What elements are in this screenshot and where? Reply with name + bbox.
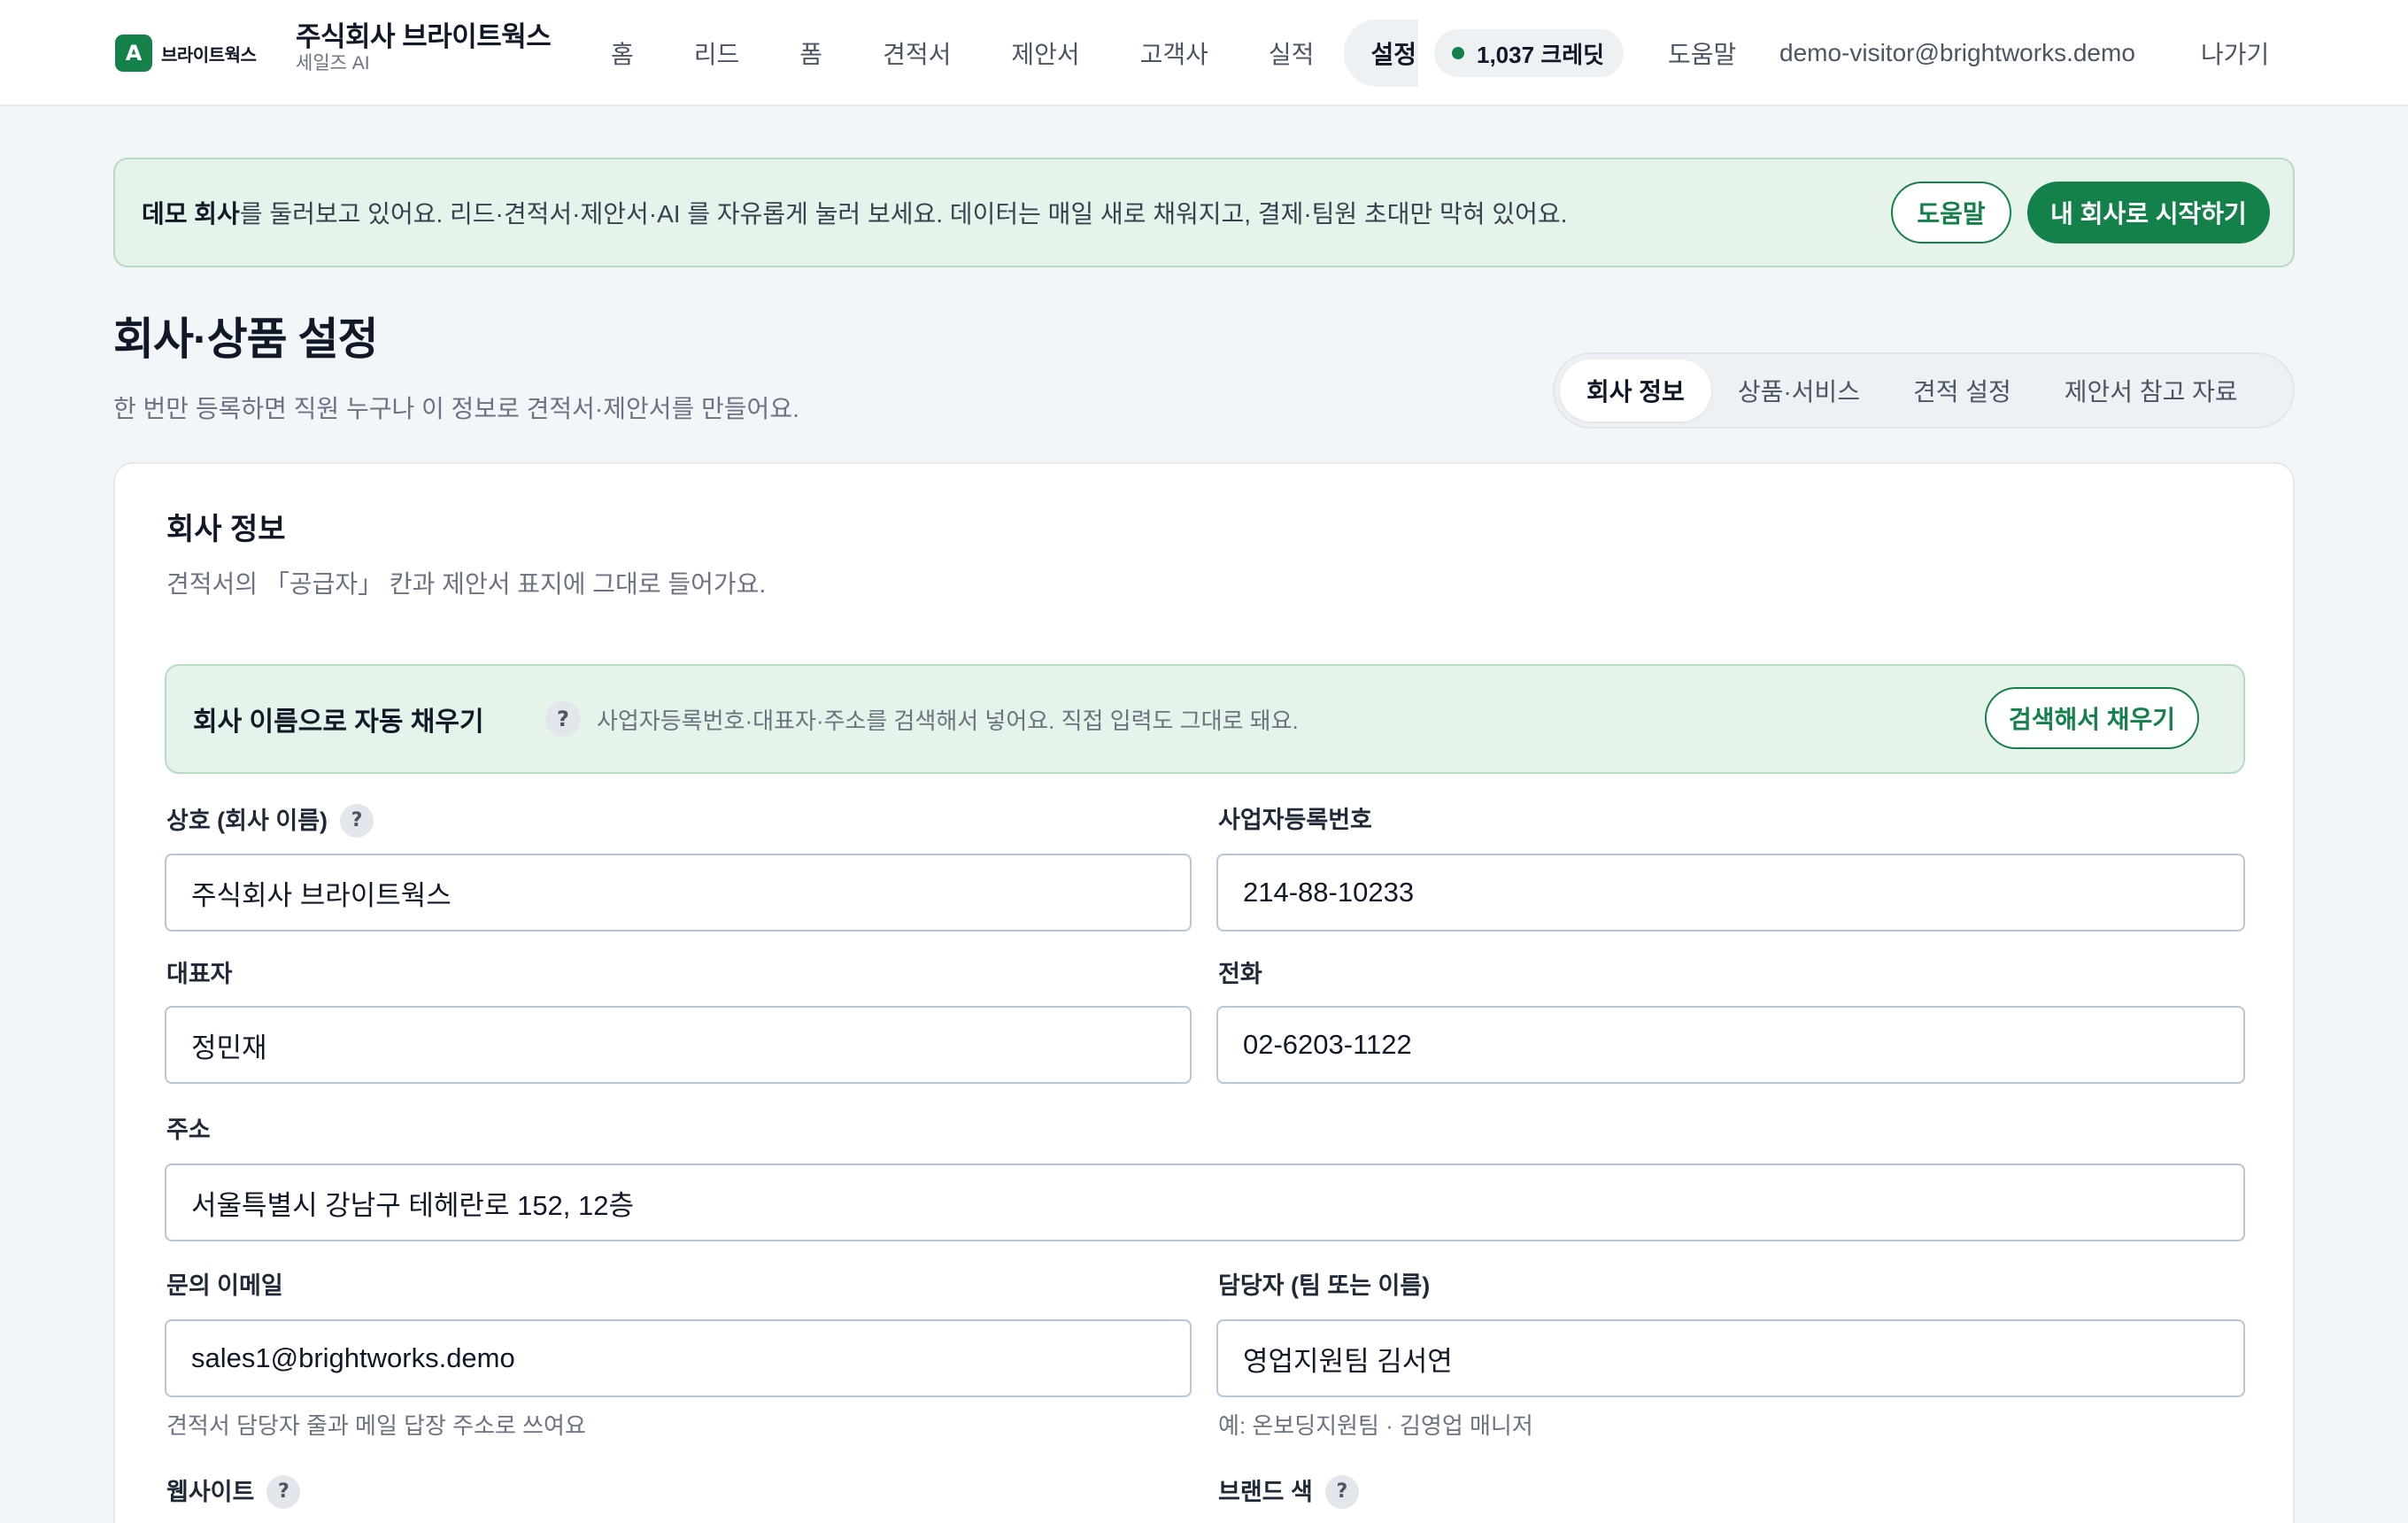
contact-label: 담당자 (팀 또는 이름) <box>1218 1272 1431 1299</box>
contact-hint: 예: 온보딩지원팀 · 김영업 매니저 <box>1218 1412 1533 1439</box>
tab-quote-settings[interactable]: 견적 설정 <box>1887 359 2038 421</box>
autofill-description: 사업자등록번호·대표자·주소를 검색해서 넣어요. 직접 입력도 그대로 돼요. <box>597 707 1299 734</box>
company-name-input[interactable] <box>165 854 1192 932</box>
email-label: 문의 이메일 <box>166 1272 283 1299</box>
demo-banner-message: 를 둘러보고 있어요. 리드·견적서·제안서·AI 를 자유롭게 눌러 보세요.… <box>239 200 1568 228</box>
company-name-help-icon[interactable]: ? <box>340 804 374 838</box>
organization-switcher[interactable]: 주식회사 브라이트웍스 세일즈 AI <box>296 19 552 74</box>
phone-input[interactable] <box>1216 1006 2245 1084</box>
nav-help-link[interactable]: 도움말 <box>1668 29 1736 77</box>
tab-proposal-references[interactable]: 제안서 참고 자료 <box>2038 359 2265 421</box>
logo-text: 브라이트웍스 <box>161 45 257 66</box>
logo-mark-icon: A <box>115 35 152 72</box>
main-nav: 홈 리드 폼 견적서 제안서 고객사 실적 설정 <box>584 19 1419 87</box>
credit-balance-text: 1,037 크레딧 <box>1477 41 1605 68</box>
brand-logo[interactable]: A 브라이트웍스 <box>115 35 257 72</box>
brand-color-label-text: 브랜드 색 <box>1218 1479 1313 1505</box>
website-label-text: 웹사이트 <box>166 1479 255 1505</box>
organization-name: 주식회사 브라이트웍스 <box>296 21 552 52</box>
nav-item-settings[interactable]: 설정 <box>1344 19 1419 87</box>
page-title: 회사·상품 설정 <box>113 314 379 364</box>
nav-item-forms[interactable]: 폼 <box>769 19 853 87</box>
phone-label: 전화 <box>1218 961 1262 987</box>
ceo-label: 대표자 <box>166 961 233 987</box>
address-label: 주소 <box>166 1117 211 1143</box>
company-info-card: 회사 정보 견적서의 「공급자」 칸과 제안서 표지에 그대로 들어가요. 회사… <box>113 462 2295 1523</box>
start-my-company-button[interactable]: 내 회사로 시작하기 <box>2027 182 2270 244</box>
page-subtitle: 한 번만 등록하면 직원 누구나 이 정보로 견적서·제안서를 만들어요. <box>113 395 799 422</box>
banner-help-button[interactable]: 도움말 <box>1891 182 2011 244</box>
website-label: 웹사이트 ? <box>166 1475 301 1509</box>
tab-company-info[interactable]: 회사 정보 <box>1560 359 1711 421</box>
address-input[interactable] <box>165 1164 2245 1241</box>
settings-tabs: 회사 정보 상품·서비스 견적 설정 제안서 참고 자료 <box>1553 352 2295 429</box>
exit-link[interactable]: 나가기 <box>2201 29 2269 77</box>
search-autofill-button[interactable]: 검색해서 채우기 <box>1985 687 2199 749</box>
autofill-help-icon[interactable]: ? <box>545 701 581 737</box>
account-email[interactable]: demo-visitor@brightworks.demo <box>1779 29 2135 77</box>
email-hint: 견적서 담당자 줄과 메일 답장 주소로 쓰여요 <box>166 1412 586 1439</box>
demo-banner: 데모 회사 를 둘러보고 있어요. 리드·견적서·제안서·AI 를 자유롭게 눌러… <box>113 158 2295 267</box>
nav-item-leads[interactable]: 리드 <box>664 19 770 87</box>
credit-balance-badge[interactable]: 1,037 크레딧 <box>1434 29 1625 77</box>
demo-banner-bold: 데모 회사 <box>142 200 240 228</box>
email-input[interactable] <box>165 1319 1192 1397</box>
biz-number-label: 사업자등록번호 <box>1218 807 1372 833</box>
biz-number-input[interactable] <box>1216 854 2245 932</box>
website-help-icon[interactable]: ? <box>266 1475 301 1509</box>
section-subtitle: 견적서의 「공급자」 칸과 제안서 표지에 그대로 들어가요. <box>166 570 767 598</box>
nav-item-performance[interactable]: 실적 <box>1239 19 1345 87</box>
autofill-panel: 회사 이름으로 자동 채우기 ? 사업자등록번호·대표자·주소를 검색해서 넣어… <box>165 664 2245 774</box>
status-dot-icon <box>1452 47 1464 59</box>
nav-item-quotes[interactable]: 견적서 <box>853 19 981 87</box>
product-name: 세일즈 AI <box>296 53 370 73</box>
nav-item-home[interactable]: 홈 <box>584 19 664 87</box>
ceo-input[interactable] <box>165 1006 1192 1084</box>
tab-products-services[interactable]: 상품·서비스 <box>1711 359 1887 421</box>
contact-input[interactable] <box>1216 1319 2245 1397</box>
demo-banner-text: 데모 회사 를 둘러보고 있어요. 리드·견적서·제안서·AI 를 자유롭게 눌러… <box>142 159 1567 266</box>
company-name-label: 상호 (회사 이름) ? <box>166 804 374 838</box>
nav-item-proposals[interactable]: 제안서 <box>981 19 1109 87</box>
autofill-title: 회사 이름으로 자동 채우기 <box>193 707 484 737</box>
top-navigation-bar: A 브라이트웍스 주식회사 브라이트웍스 세일즈 AI 홈 리드 폼 견적서 제… <box>0 0 2408 106</box>
brand-color-help-icon[interactable]: ? <box>1324 1475 1359 1509</box>
company-name-label-text: 상호 (회사 이름) <box>166 808 328 834</box>
section-title: 회사 정보 <box>166 513 286 546</box>
brand-color-label: 브랜드 색 ? <box>1218 1475 1359 1509</box>
nav-item-customers[interactable]: 고객사 <box>1110 19 1239 87</box>
